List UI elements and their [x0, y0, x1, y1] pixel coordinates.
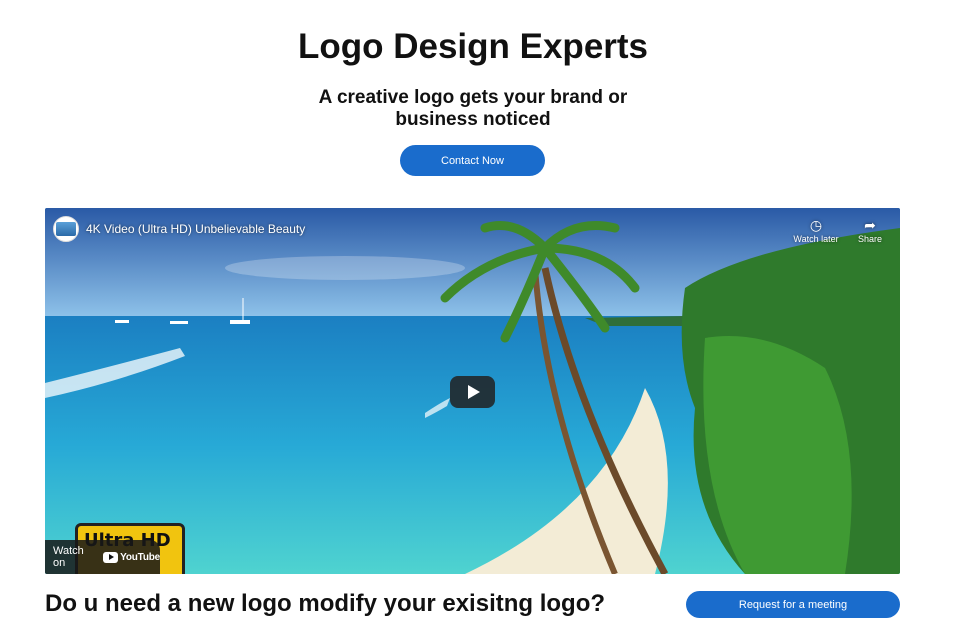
video-embed[interactable]: 4K Video (Ultra HD) Unbelievable Beauty … — [45, 208, 900, 574]
watch-on-label: Watch on — [53, 545, 84, 569]
watch-on-youtube-button[interactable]: Watch on YouTube — [45, 540, 160, 574]
page-title: Logo Design Experts — [297, 27, 649, 66]
play-button[interactable] — [450, 376, 495, 408]
video-title[interactable]: 4K Video (Ultra HD) Unbelievable Beauty — [86, 222, 305, 236]
request-meeting-button[interactable]: Request for a meeting — [686, 591, 900, 618]
watch-later-button[interactable]: ◷ Watch later — [791, 216, 841, 244]
play-icon — [468, 385, 480, 399]
share-arrow-icon: ➦ — [864, 217, 876, 233]
share-button[interactable]: ➦ Share — [845, 216, 895, 244]
subtitle-line-2: business noticed — [395, 109, 551, 130]
youtube-logo: YouTube — [103, 551, 160, 563]
page-subtitle: A creative logo gets your brand or busin… — [0, 87, 946, 131]
contact-now-button[interactable]: Contact Now — [400, 145, 545, 176]
subtitle-line-1: A creative logo gets your brand or — [318, 87, 628, 108]
youtube-play-icon — [103, 551, 119, 563]
cta-question: Do u need a new logo modify your exisitn… — [45, 590, 606, 617]
youtube-label: YouTube — [120, 551, 160, 563]
channel-avatar[interactable] — [53, 216, 79, 242]
watch-later-label: Watch later — [793, 234, 839, 244]
share-label: Share — [857, 234, 883, 244]
clock-icon: ◷ — [809, 217, 823, 233]
